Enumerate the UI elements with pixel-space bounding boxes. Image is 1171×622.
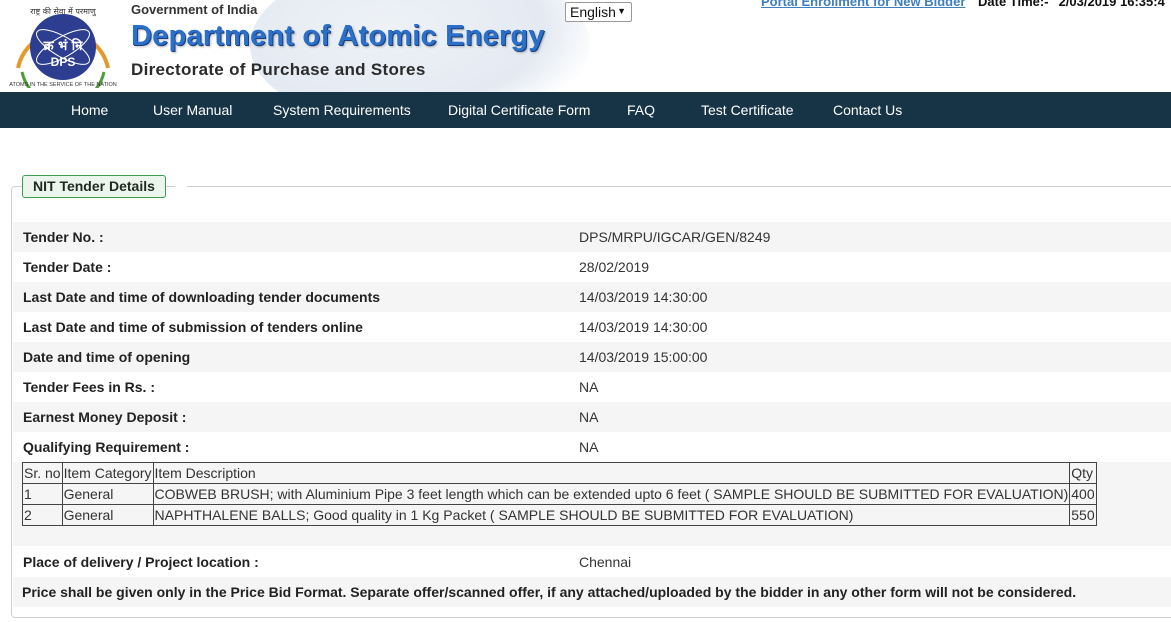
nav-faq[interactable]: FAQ (627, 92, 655, 128)
field-value: 14/03/2019 14:30:00 (579, 319, 708, 335)
chevron-down-icon: ▼ (617, 6, 626, 16)
language-selected-value: English (570, 4, 616, 20)
table-cell: NAPHTHALENE BALLS; Good quality in 1 Kg … (152, 504, 1071, 526)
nav-test-certificate[interactable]: Test Certificate (701, 92, 794, 128)
field-value: NA (579, 409, 599, 425)
directorate-title: Directorate of Purchase and Stores (131, 60, 426, 79)
field-value: 14/03/2019 14:30:00 (579, 289, 708, 305)
department-title: Department of Atomic Energy (131, 20, 545, 52)
nav-system-requirements[interactable]: System Requirements (273, 92, 411, 128)
table-row: 2 General NAPHTHALENE BALLS; Good qualit… (22, 504, 1097, 526)
field-label: Place of delivery / Project location : (23, 554, 259, 570)
table-cell: 550 (1069, 504, 1097, 526)
dps-logo: राष्ट्र की सेवा में परमाणु क्र भं नि DPS… (9, 6, 117, 88)
field-row-submission-deadline: Last Date and time of submission of tend… (13, 312, 1171, 342)
field-value: NA (579, 439, 599, 455)
field-label: Last Date and time of downloading tender… (23, 289, 381, 305)
nav-home[interactable]: Home (71, 92, 108, 128)
portal-enrollment-link[interactable]: Portal Enrollment for New Bidder (761, 0, 965, 9)
field-row-delivery-location: Place of delivery / Project location : C… (13, 547, 1171, 577)
field-value: Chennai (579, 554, 632, 570)
price-bid-note: Price shall be given only in the Price B… (13, 577, 1171, 607)
logo-ring-text: ATOMS IN THE SERVICE OF THE NATION (9, 82, 117, 88)
field-row-opening-date: Date and time of opening 14/03/2019 15:0… (13, 342, 1171, 372)
logo-abbr: DPS (51, 55, 76, 69)
datetime-display: Date Time:- 2/03/2019 16:35:4 (978, 0, 1165, 9)
field-value: DPS/MRPU/IGCAR/GEN/8249 (579, 229, 771, 245)
field-value: 28/02/2019 (579, 259, 650, 275)
table-cell: 400 (1069, 483, 1097, 505)
items-table: Sr. no Item Category Item Description Qt… (22, 462, 1097, 526)
datetime-value: 2/03/2019 16:35:4 (1058, 0, 1165, 9)
column-header: Sr. no (22, 462, 63, 484)
column-header: Item Description (152, 462, 1071, 484)
field-label: Date and time of opening (23, 349, 191, 365)
datetime-label: Date Time:- (978, 0, 1049, 9)
field-value: 14/03/2019 15:00:00 (579, 349, 708, 365)
panel-title: NIT Tender Details (22, 175, 166, 198)
table-cell: COBWEB BRUSH; with Aluminium Pipe 3 feet… (152, 483, 1071, 505)
language-select[interactable]: English ▼ (565, 2, 632, 22)
site-header: राष्ट्र की सेवा में परमाणु क्र भं नि DPS… (0, 0, 1171, 92)
column-header: Item Category (61, 462, 154, 484)
field-row-qualifying-requirement: Qualifying Requirement : NA (13, 432, 1171, 462)
field-row-download-deadline: Last Date and time of downloading tender… (13, 282, 1171, 312)
nav-digital-certificate-form[interactable]: Digital Certificate Form (448, 92, 590, 128)
field-row-tender-fees: Tender Fees in Rs. : NA (13, 372, 1171, 402)
table-cell: General (61, 483, 154, 505)
field-value: NA (579, 379, 599, 395)
field-row-emd: Earnest Money Deposit : NA (13, 402, 1171, 432)
main-nav: Home User Manual System Requirements Dig… (0, 92, 1171, 128)
note-text: Price shall be given only in the Price B… (22, 584, 1077, 600)
logo-hindi-text: क्र भं नि (43, 38, 84, 54)
nav-contact-us[interactable]: Contact Us (833, 92, 902, 128)
logo-top-text: राष्ट्र की सेवा में परमाणु (30, 6, 97, 17)
government-label: Government of India (131, 2, 258, 17)
field-label: Earnest Money Deposit : (23, 409, 187, 425)
field-label: Tender Fees in Rs. : (23, 379, 155, 395)
field-label: Tender Date : (23, 259, 112, 275)
field-label: Last Date and time of submission of tend… (23, 319, 363, 335)
field-row-tender-date: Tender Date : 28/02/2019 (13, 252, 1171, 282)
field-row-tender-no: Tender No. : DPS/MRPU/IGCAR/GEN/8249 (13, 222, 1171, 252)
table-cell: 2 (22, 504, 63, 526)
field-label: Tender No. : (23, 229, 104, 245)
nav-user-manual[interactable]: User Manual (153, 92, 232, 128)
table-cell: 1 (22, 483, 63, 505)
table-header-row: Sr. no Item Category Item Description Qt… (22, 462, 1097, 484)
table-row: 1 General COBWEB BRUSH; with Aluminium P… (22, 483, 1097, 505)
field-label: Qualifying Requirement : (23, 439, 190, 455)
table-cell: General (61, 504, 154, 526)
column-header: Qty (1069, 462, 1097, 484)
